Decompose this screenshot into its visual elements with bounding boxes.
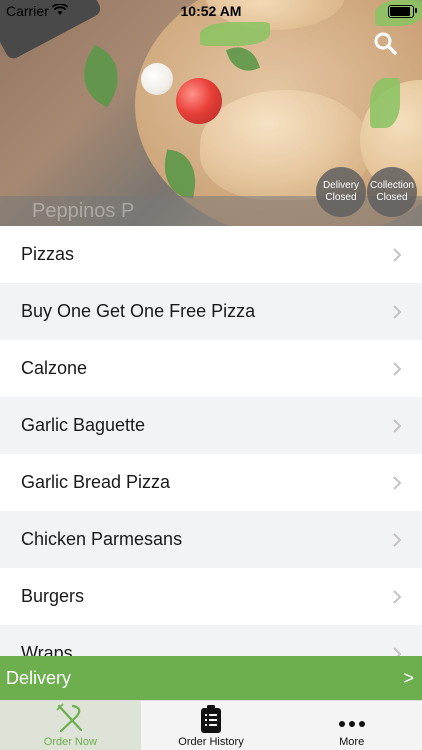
- tab-bar: Order Now Order History More: [0, 700, 422, 750]
- clipboard-list-icon: [201, 705, 221, 733]
- collection-status-badge: Collection Closed: [367, 167, 417, 217]
- chevron-right-icon: [393, 475, 402, 490]
- chevron-right-icon: [393, 247, 402, 262]
- category-label: Chicken Parmesans: [21, 529, 183, 549]
- badge-line: Closed: [325, 192, 357, 203]
- badge-line: Collection: [370, 180, 414, 191]
- category-label: Garlic Baguette: [21, 415, 146, 435]
- chevron-right-icon: [393, 418, 402, 433]
- restaurant-name: Peppinos P: [32, 200, 135, 222]
- tab-more[interactable]: More: [281, 701, 422, 750]
- category-label: Burgers: [21, 586, 85, 606]
- list-item[interactable]: Calzone: [0, 340, 422, 397]
- status-bar: Carrier 10:52 AM: [0, 0, 422, 22]
- chevron-right-icon: [393, 589, 402, 604]
- tab-label: More: [339, 736, 365, 748]
- category-label: Buy One Get One Free Pizza: [21, 301, 256, 321]
- list-item[interactable]: Buy One Get One Free Pizza: [0, 283, 422, 340]
- tab-order-now[interactable]: Order Now: [0, 701, 141, 750]
- tab-label: Order History: [178, 736, 244, 748]
- delivery-mode-label: Delivery: [6, 667, 72, 688]
- list-item[interactable]: Burgers: [0, 568, 422, 625]
- search-button[interactable]: [372, 30, 400, 58]
- category-label: Garlic Bread Pizza: [21, 472, 171, 492]
- list-item[interactable]: Chicken Parmesans: [0, 511, 422, 568]
- battery-icon: [388, 5, 414, 18]
- category-label: Pizzas: [21, 244, 75, 264]
- badge-line: Closed: [376, 192, 408, 203]
- tab-order-history[interactable]: Order History: [141, 701, 282, 750]
- category-label: Wraps: [21, 643, 73, 656]
- hero-image: Peppinos P Delivery Closed Collection Cl…: [0, 0, 422, 226]
- chevron-right-icon: [393, 532, 402, 547]
- tab-label: Order Now: [43, 736, 97, 748]
- list-item[interactable]: Wraps: [0, 625, 422, 656]
- list-item[interactable]: Garlic Bread Pizza: [0, 454, 422, 511]
- category-list[interactable]: Pizzas Buy One Get One Free Pizza Calzon…: [0, 226, 422, 656]
- chevron-right-icon: [393, 361, 402, 376]
- chevron-right-icon: [393, 304, 402, 319]
- battery-tip: [415, 8, 417, 13]
- more-dots-icon: [338, 721, 365, 727]
- delivery-status-badge: Delivery Closed: [316, 167, 366, 217]
- chevron-right-icon: [393, 646, 402, 656]
- badge-line: Delivery: [322, 180, 360, 191]
- list-item[interactable]: Pizzas: [0, 226, 422, 283]
- fork-knife-icon: [56, 703, 83, 733]
- list-item[interactable]: Garlic Baguette: [0, 397, 422, 454]
- delivery-mode-bar[interactable]: Delivery >: [0, 656, 422, 700]
- delivery-chevron: >: [403, 667, 414, 688]
- search-icon: [374, 32, 397, 55]
- clock: 10:52 AM: [180, 3, 242, 19]
- category-label: Calzone: [21, 358, 88, 378]
